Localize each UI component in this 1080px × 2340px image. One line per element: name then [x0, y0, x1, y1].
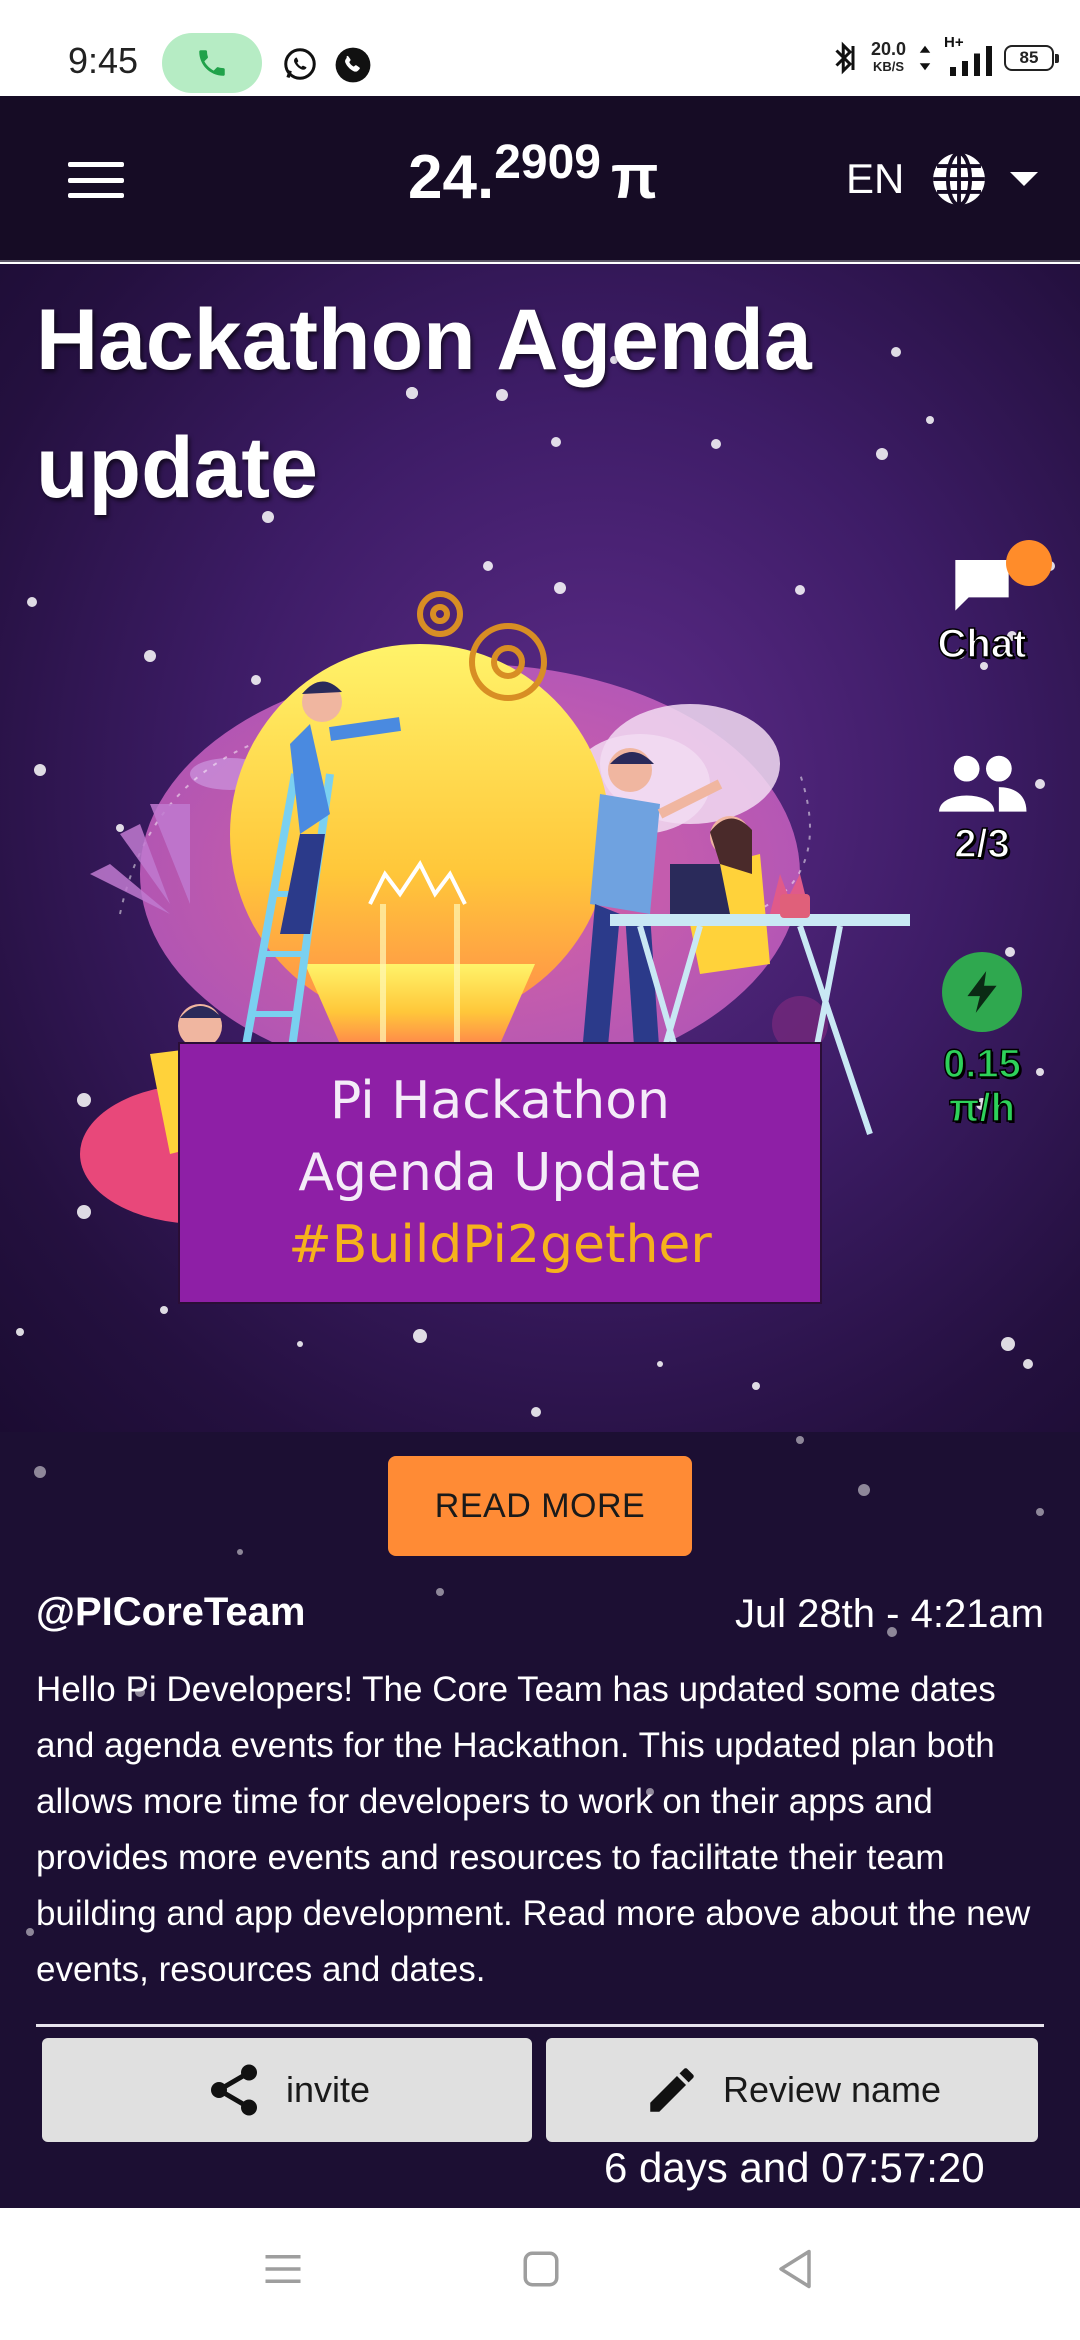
- banner-hashtag: #BuildPi2gether: [288, 1215, 712, 1275]
- banner-line-2: Agenda Update: [298, 1143, 702, 1203]
- whatsapp-icon: [284, 48, 316, 80]
- recent-apps-icon[interactable]: [262, 2248, 304, 2290]
- back-icon[interactable]: [774, 2248, 816, 2290]
- mining-rate-button[interactable]: 0.15 π/h: [920, 952, 1044, 1131]
- battery-indicator: 85: [1004, 45, 1059, 71]
- network-speed: 20.0 KB/S: [870, 39, 906, 75]
- review-name-label: Review name: [722, 2069, 942, 2110]
- system-navigation-bar: [0, 2208, 1080, 2340]
- network-speed-unit: KB/S: [872, 59, 904, 74]
- mining-rate-unit: π/h: [948, 1085, 1016, 1131]
- chat-button[interactable]: Chat: [926, 540, 1052, 667]
- review-name-button[interactable]: Review name: [546, 2038, 1038, 2142]
- status-bar: 9:45 20.0 KB/S H+ 85: [0, 0, 1080, 96]
- globe-icon: [933, 151, 986, 207]
- invite-label: invite: [285, 2069, 371, 2110]
- people-icon: [939, 755, 1027, 812]
- pencil-icon: [650, 2068, 694, 2112]
- banner-line-1: Pi Hackathon: [330, 1071, 670, 1131]
- network-speed-value: 20.0: [870, 39, 906, 59]
- team-count: 2/3: [953, 821, 1010, 867]
- invite-button[interactable]: invite: [42, 2038, 532, 2142]
- countdown-timer: 6 days and 07:57:20: [604, 2144, 985, 2191]
- status-time: 9:45: [68, 40, 139, 81]
- news-content: READ MORE @PICoreTeam Jul 28th - 4:21am …: [0, 1432, 1080, 2208]
- menu-icon[interactable]: [68, 162, 124, 198]
- cellular-signal: H+: [944, 34, 992, 76]
- lightning-icon: [942, 952, 1022, 1032]
- currency-symbol: π: [610, 143, 659, 212]
- balance-integer: 24.: [408, 143, 495, 212]
- news-hero: Hackathon Agenda update Pi Hackathon Age…: [0, 264, 1080, 1432]
- language-selector[interactable]: EN: [846, 148, 1039, 210]
- share-icon: [210, 2064, 257, 2116]
- app-header: 24.2909 π EN: [0, 96, 1080, 262]
- post-date: Jul 28th - 4:21am: [734, 1592, 1044, 1636]
- home-icon[interactable]: [520, 2248, 562, 2290]
- language-code: EN: [846, 155, 905, 202]
- news-title: Hackathon Agenda update: [36, 292, 812, 516]
- post-body: Hello Pi Developers! The Core Team has u…: [36, 1670, 1031, 1989]
- data-transfer-icon: [919, 45, 931, 71]
- phone-icon: [199, 50, 225, 76]
- phone-app-icon: [335, 47, 371, 83]
- mining-rate-value: 0.15: [942, 1041, 1021, 1087]
- pi-balance: 24.2909 π: [408, 136, 659, 213]
- bluetooth-icon: [835, 41, 855, 75]
- ongoing-call-indicator[interactable]: [162, 33, 262, 93]
- post-author[interactable]: @PICoreTeam: [36, 1590, 305, 1635]
- divider: [36, 2024, 1044, 2027]
- signal-icon: [950, 46, 992, 76]
- chat-bubble-icon: [955, 560, 1009, 611]
- status-indicators: 20.0 KB/S H+ 85: [829, 34, 1059, 76]
- chat-label: Chat: [937, 621, 1027, 667]
- chevron-down-icon: [1010, 172, 1039, 186]
- read-more-button[interactable]: READ MORE: [388, 1456, 692, 1556]
- chat-notification-badge: [1006, 540, 1052, 586]
- balance-decimals: 2909: [494, 136, 601, 189]
- hackathon-banner: Pi Hackathon Agenda Update #BuildPi2geth…: [178, 1042, 822, 1304]
- security-circle-button[interactable]: 2/3: [926, 752, 1038, 867]
